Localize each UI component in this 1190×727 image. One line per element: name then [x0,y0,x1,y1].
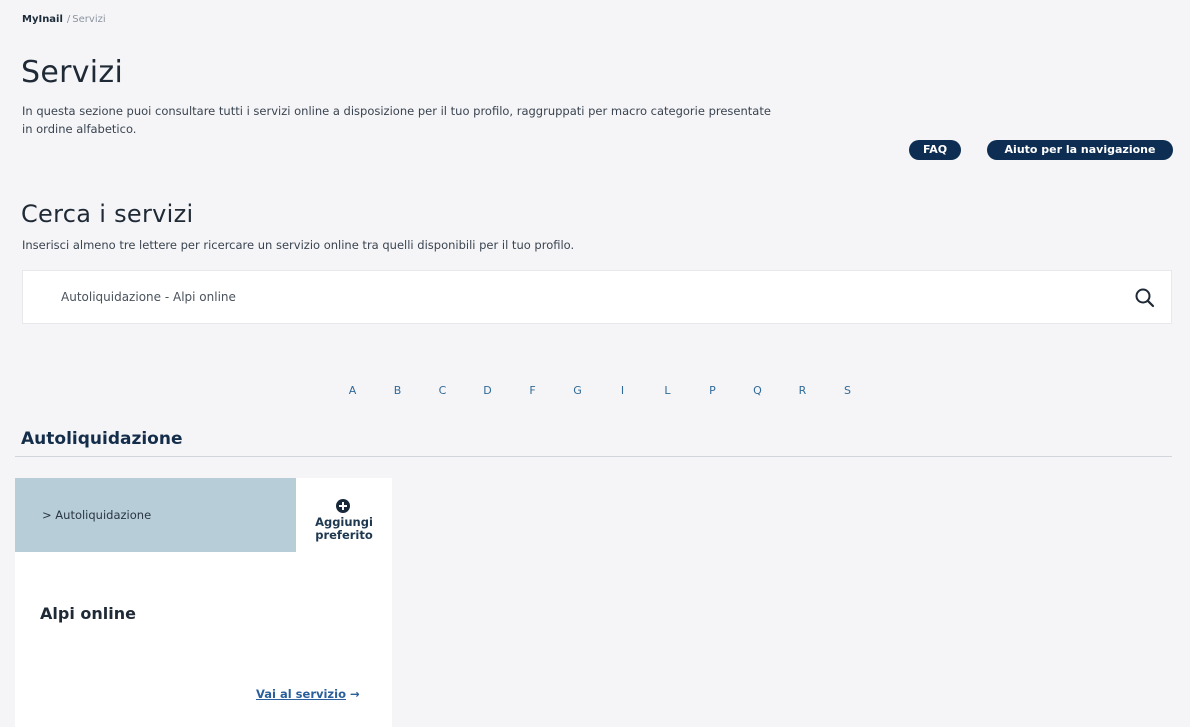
alphabet-letter-q[interactable]: Q [735,384,780,397]
category-title: Autoliquidazione [21,429,183,449]
alphabet-letter-f[interactable]: F [510,384,555,397]
alphabet-filter: A B C D F G I L P Q R S [330,384,870,397]
breadcrumb: MyInail / Servizi [22,14,106,25]
search-icon[interactable] [1133,286,1157,310]
category-divider [15,456,1172,457]
navigation-help-button[interactable]: Aiuto per la navigazione [987,140,1173,160]
service-title: Alpi online [40,604,136,623]
page-title: Servizi [21,55,124,90]
faq-button[interactable]: FAQ [909,140,961,160]
service-card: > Autoliquidazione Aggiungi preferito Al… [15,478,392,727]
service-category-tag[interactable]: > Autoliquidazione [15,478,296,552]
page-description: In questa sezione puoi consultare tutti … [22,104,771,136]
go-to-service-label: Vai al servizio [256,687,346,701]
alphabet-letter-b[interactable]: B [375,384,420,397]
breadcrumb-separator: / [66,14,71,25]
alphabet-letter-l[interactable]: L [645,384,690,397]
alphabet-letter-i[interactable]: I [600,384,645,397]
alphabet-letter-p[interactable]: P [690,384,735,397]
breadcrumb-current: Servizi [72,14,106,25]
alphabet-letter-a[interactable]: A [330,384,375,397]
plus-circle-icon [336,499,350,513]
go-to-service-link[interactable]: Vai al servizio → [256,687,360,701]
alphabet-letter-g[interactable]: G [555,384,600,397]
alphabet-letter-c[interactable]: C [420,384,465,397]
alphabet-letter-r[interactable]: R [780,384,825,397]
search-section-title: Cerca i servizi [21,200,194,228]
breadcrumb-home-link[interactable]: MyInail [22,14,63,25]
add-favorite-label: Aggiungi preferito [315,515,373,542]
add-favorite-button[interactable]: Aggiungi preferito [296,478,392,552]
arrow-right-icon: → [349,687,360,701]
search-section-description: Inserisci almeno tre lettere per ricerca… [22,238,575,252]
search-input[interactable] [61,271,1101,323]
alphabet-letter-s[interactable]: S [825,384,870,397]
alphabet-letter-d[interactable]: D [465,384,510,397]
search-box [22,270,1172,324]
